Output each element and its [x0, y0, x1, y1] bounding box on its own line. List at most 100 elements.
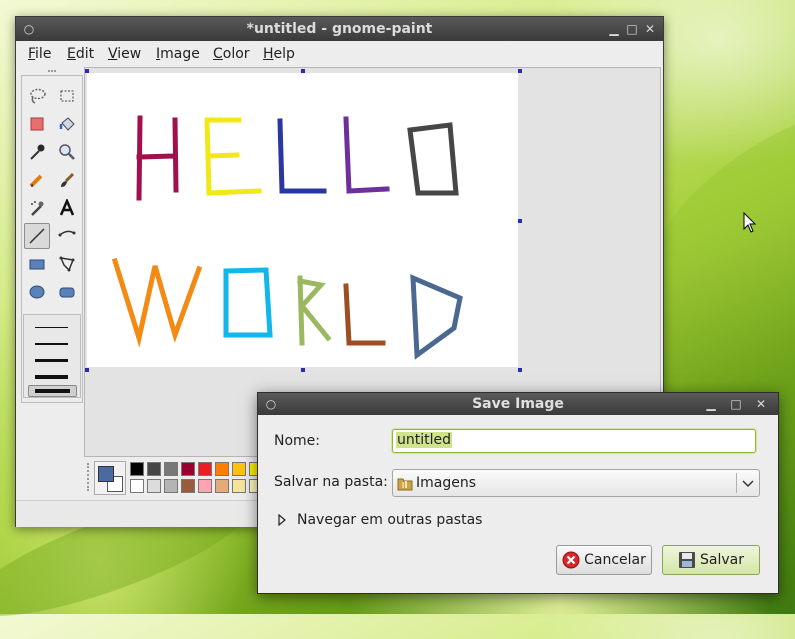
rounded-rectangle-icon: [59, 287, 75, 298]
minimize-icon[interactable]: ▁: [605, 17, 623, 41]
rectangle-tool[interactable]: [25, 252, 49, 276]
text-a-icon: [59, 199, 75, 216]
polygon-icon: [59, 256, 75, 272]
palette-swatch[interactable]: [164, 479, 178, 493]
zoom-tool[interactable]: [55, 140, 79, 164]
menubar: File Edit View Image Color Help: [16, 41, 663, 67]
expander-arrow-icon: [278, 514, 286, 526]
close-icon[interactable]: ✕: [641, 17, 659, 41]
combo-separator: [736, 473, 737, 493]
filename-input[interactable]: untitled: [392, 429, 756, 453]
save-button[interactable]: Salvar: [662, 545, 760, 575]
resize-handle-bottom[interactable]: [301, 368, 305, 372]
ellipse-tool[interactable]: [25, 280, 49, 304]
floppy-disk-icon: [679, 552, 695, 568]
pencil-tool[interactable]: [25, 168, 49, 192]
line-icon: [29, 228, 45, 244]
line-width-3[interactable]: [35, 359, 68, 362]
eyedropper-icon: [30, 144, 45, 160]
stroke-H: [136, 115, 179, 201]
line-width-5-selected[interactable]: [28, 385, 77, 397]
resize-handle-bottom-left[interactable]: [85, 368, 89, 372]
menu-file-label: ile: [35, 46, 52, 62]
menu-view-mnemonic: V: [108, 46, 118, 62]
rect-select-tool[interactable]: [55, 84, 79, 108]
resize-handle-right[interactable]: [518, 219, 522, 223]
bezier-tool[interactable]: [55, 224, 79, 248]
lasso-icon: [30, 88, 46, 104]
menu-view[interactable]: View: [108, 46, 141, 62]
palette-swatch[interactable]: [147, 462, 161, 476]
color-picker-tool[interactable]: [25, 140, 49, 164]
paintbrush-icon: [61, 172, 75, 187]
menu-color-label: olor: [222, 46, 250, 62]
menu-edit[interactable]: Edit: [67, 46, 94, 62]
cancel-label: Cancelar: [584, 552, 646, 568]
palette-swatch[interactable]: [198, 462, 212, 476]
dialog-title: Save Image: [472, 396, 564, 412]
current-colors[interactable]: [94, 461, 126, 495]
primary-color-swatch[interactable]: [98, 466, 114, 482]
cancel-icon: [562, 551, 580, 569]
stroke-L1: [277, 118, 327, 194]
line-tool[interactable]: [24, 223, 50, 249]
text-tool[interactable]: [55, 196, 79, 220]
menu-help[interactable]: Help: [263, 46, 295, 62]
dialog-maximize-icon[interactable]: □: [727, 392, 745, 416]
stroke-W: [111, 257, 203, 348]
window-titlebar[interactable]: ○ *untitled - gnome-paint ▁ □ ✕: [16, 17, 663, 41]
palette-swatch[interactable]: [232, 462, 246, 476]
resize-handle-top-left[interactable]: [85, 69, 89, 73]
dialog-titlebar[interactable]: ○ Save Image ▁ □ ✕: [258, 393, 778, 415]
palette-swatch[interactable]: [232, 479, 246, 493]
palette-swatch[interactable]: [198, 479, 212, 493]
stroke-D: [410, 274, 463, 360]
palette-swatch[interactable]: [181, 479, 195, 493]
folder-combo[interactable]: Imagens: [392, 469, 760, 497]
drawing-canvas[interactable]: [87, 73, 518, 367]
palette-swatch[interactable]: [181, 462, 195, 476]
eraser-tool[interactable]: [25, 112, 49, 136]
palette-swatch[interactable]: [130, 462, 144, 476]
bezier-curve-icon: [58, 230, 76, 237]
dialog-menu-icon[interactable]: ○: [262, 392, 280, 416]
maximize-icon[interactable]: □: [623, 17, 641, 41]
paintbrush-tool[interactable]: [55, 168, 79, 192]
free-select-tool[interactable]: [25, 84, 49, 108]
rectangle-icon: [29, 259, 45, 270]
resize-handle-bottom-right[interactable]: [518, 368, 522, 372]
menu-view-label: iew: [117, 46, 142, 62]
toolbox-grip[interactable]: [48, 70, 56, 75]
menu-file-mnemonic: F: [28, 46, 36, 62]
polygon-tool[interactable]: [55, 252, 79, 276]
line-width-2[interactable]: [35, 343, 68, 345]
toolbox: [21, 70, 83, 403]
palette-swatch[interactable]: [147, 479, 161, 493]
window-menu-icon[interactable]: ○: [20, 17, 38, 41]
rounded-rectangle-tool[interactable]: [55, 280, 79, 304]
stroke-L3: [343, 283, 386, 346]
window-title: *untitled - gnome-paint: [246, 21, 433, 37]
save-label: Salvar: [700, 552, 744, 568]
palette-swatch[interactable]: [164, 462, 178, 476]
palette-swatch[interactable]: [130, 479, 144, 493]
line-width-1[interactable]: [35, 327, 68, 328]
palette-grip[interactable]: [87, 463, 92, 491]
cancel-button[interactable]: Cancelar: [556, 545, 652, 575]
mouse-cursor-icon: [743, 212, 757, 233]
airbrush-tool[interactable]: [25, 196, 49, 220]
menu-file[interactable]: File: [28, 46, 51, 62]
dialog-minimize-icon[interactable]: ▁: [702, 392, 720, 416]
pencil-icon: [29, 174, 43, 188]
palette-swatch[interactable]: [215, 479, 229, 493]
palette-swatch[interactable]: [215, 462, 229, 476]
filename-value: untitled: [396, 432, 453, 448]
line-width-4[interactable]: [35, 375, 68, 379]
resize-handle-top-right[interactable]: [518, 69, 522, 73]
resize-handle-top[interactable]: [301, 69, 305, 73]
fill-tool[interactable]: [55, 112, 79, 136]
stroke-L2: [343, 116, 390, 194]
menu-image[interactable]: Image: [156, 46, 200, 62]
menu-color[interactable]: Color: [213, 46, 250, 62]
dialog-close-icon[interactable]: ✕: [752, 392, 770, 416]
